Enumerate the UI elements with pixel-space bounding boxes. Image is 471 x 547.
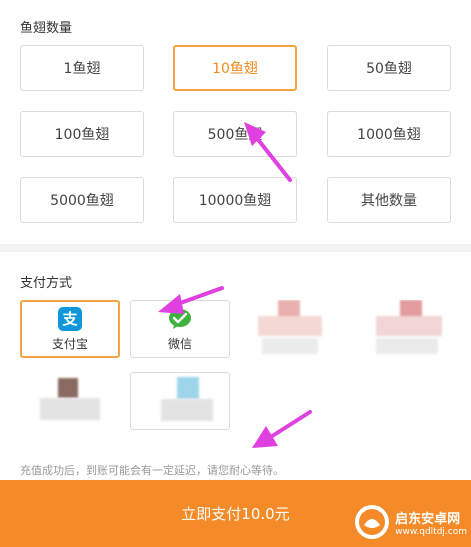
payment-section-title: 支付方式 (20, 276, 73, 291)
blurred-payment-option-5[interactable] (20, 372, 120, 430)
pay-now-label: 立即支付10.0元 (181, 505, 290, 523)
watermark: 启东安卓网 www.qdltdj.com (353, 503, 467, 541)
amount-option-5000[interactable]: 5000鱼翅 (20, 177, 144, 223)
watermark-logo-icon (355, 505, 390, 539)
alipay-button[interactable]: 支 支付宝 (20, 300, 120, 358)
alipay-icon: 支 (58, 306, 82, 331)
amount-option-10[interactable]: 10鱼翅 (173, 45, 297, 91)
section-divider (0, 244, 471, 252)
annotation-arrow-3 (252, 410, 312, 448)
wechat-label: 微信 (167, 336, 192, 351)
amount-option-1000[interactable]: 1000鱼翅 (327, 111, 451, 157)
recharge-notice: 充值成功后，到账可能会有一定延迟，请您耐心等待。 (20, 464, 284, 477)
amount-section-title: 鱼翅数量 (20, 21, 73, 36)
watermark-name: 启东安卓网 (395, 511, 461, 527)
watermark-url: www.qdltdj.com (395, 526, 467, 537)
blurred-payment-option-3[interactable] (240, 300, 344, 358)
amount-option-1[interactable]: 1鱼翅 (20, 45, 144, 91)
annotation-arrow-2 (158, 286, 224, 314)
alipay-label: 支付宝 (51, 336, 88, 351)
blurred-payment-option-4[interactable] (352, 300, 456, 358)
amount-option-other[interactable]: 其他数量 (327, 177, 451, 223)
annotation-arrow-1 (244, 122, 292, 182)
amount-option-100[interactable]: 100鱼翅 (20, 111, 144, 157)
blurred-payment-option-6[interactable] (130, 372, 230, 430)
amount-option-50[interactable]: 50鱼翅 (327, 45, 451, 91)
